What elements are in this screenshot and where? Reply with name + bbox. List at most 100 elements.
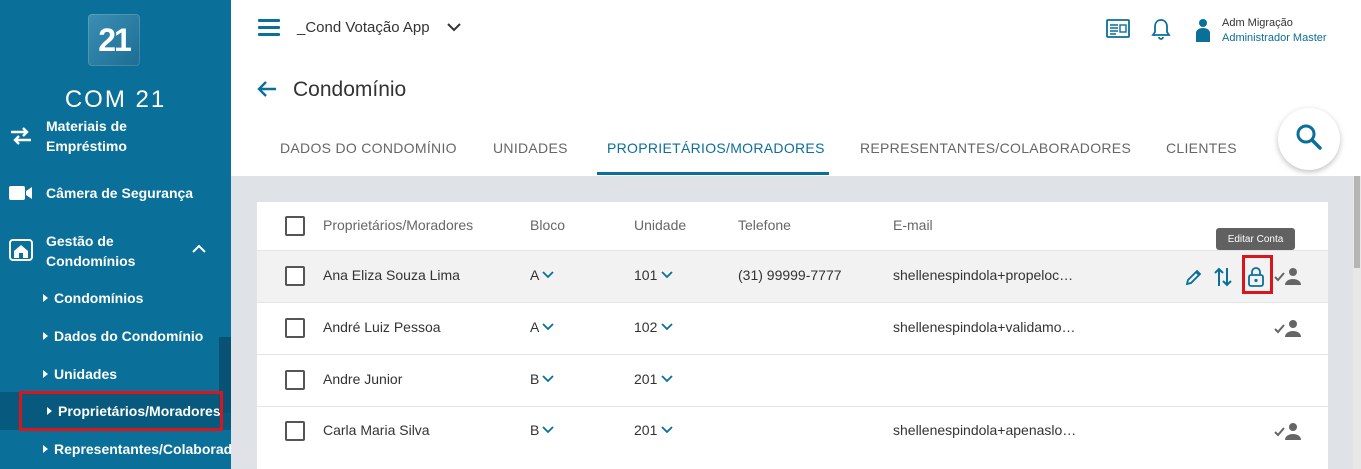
search-button[interactable]	[1278, 108, 1340, 170]
search-icon	[1295, 123, 1323, 156]
bloco-value: B	[530, 371, 540, 387]
cell-email: shellenespindola+propeloc…	[893, 267, 1074, 283]
chevron-down-icon	[661, 375, 673, 383]
bloco-select[interactable]: B	[530, 422, 555, 438]
logo-text: COM 21	[64, 86, 167, 113]
app-title[interactable]: _Cond Votação App	[297, 19, 430, 36]
unidade-select[interactable]: 102	[634, 319, 674, 335]
building-icon	[8, 239, 34, 261]
chevron-down-icon	[661, 426, 673, 434]
highlight-box	[19, 391, 223, 431]
sidebar-subitem-dados[interactable]: Dados do Condomínio	[0, 317, 231, 355]
chevron-down-icon	[661, 271, 673, 279]
sidebar-item-materiais[interactable]: Materiais de Empréstimo	[0, 116, 231, 156]
tab-unidades[interactable]: UNIDADES	[493, 140, 568, 156]
back-arrow-icon[interactable]	[257, 80, 277, 103]
sidebar-item-label: Câmera de Segurança	[46, 185, 194, 201]
bell-icon[interactable]	[1151, 18, 1171, 45]
cell-email: shellenespindola+validamo…	[893, 319, 1076, 335]
sidebar: 21 COM 21 Materiais de Empréstimo Câmera …	[0, 0, 231, 469]
table-row[interactable]: André Luiz Pessoa A 102 shellenespindola…	[257, 302, 1328, 354]
top-bar: _Cond Votação App Adm Migração Administr…	[231, 0, 1361, 176]
chevron-up-icon[interactable]	[191, 241, 207, 257]
content-area: Proprietários/Moradores Bloco Unidade Te…	[231, 176, 1361, 469]
unidade-value: 101	[634, 267, 658, 283]
header-unidade[interactable]: Unidade	[634, 217, 686, 233]
sidebar-subitem-condominios[interactable]: Condomínios	[0, 279, 231, 317]
unidade-value: 201	[634, 371, 658, 387]
subitem-label: Representantes/Colaboradores	[54, 441, 231, 457]
chevron-down-icon	[542, 271, 554, 279]
cell-name: Ana Eliza Souza Lima	[323, 267, 460, 283]
caret-right-icon	[43, 294, 48, 302]
scrollbar-thumb[interactable]	[1354, 176, 1360, 268]
unidade-value: 201	[634, 422, 658, 438]
swap-arrows-icon	[8, 125, 34, 147]
row-checkbox[interactable]	[285, 266, 305, 286]
sidebar-subitem-unidades[interactable]: Unidades	[0, 355, 231, 393]
table-row[interactable]: Carla Maria Silva B 201 shellenespindola…	[257, 406, 1328, 458]
bloco-value: B	[530, 422, 540, 438]
chevron-down-icon	[542, 375, 554, 383]
select-all-checkbox[interactable]	[285, 216, 305, 236]
menu-icon[interactable]	[258, 19, 280, 36]
caret-right-icon	[43, 332, 48, 340]
sidebar-item-label: Materiais de Empréstimo	[46, 118, 127, 154]
header-email[interactable]: E-mail	[893, 217, 933, 233]
sidebar-item-label: Gestão de Condomínios	[46, 233, 136, 269]
caret-right-icon	[43, 370, 48, 378]
bloco-value: A	[530, 319, 540, 335]
tab-representantes[interactable]: REPRESENTANTES/COLABORADORES	[860, 140, 1131, 156]
user-check-icon[interactable]	[1274, 266, 1302, 291]
video-camera-icon	[8, 182, 34, 204]
unidade-select[interactable]: 201	[634, 422, 674, 438]
user-check-icon[interactable]	[1274, 318, 1302, 343]
bloco-select[interactable]: A	[530, 267, 555, 283]
user-check-icon[interactable]	[1274, 421, 1302, 446]
tooltip: Editar Conta	[1216, 228, 1295, 250]
sidebar-item-camera[interactable]: Câmera de Segurança	[0, 182, 231, 204]
active-tab-indicator	[597, 172, 829, 175]
cell-email: shellenespindola+apenaslo…	[893, 422, 1077, 438]
header-bloco[interactable]: Bloco	[530, 217, 565, 233]
user-role: Administrador Master	[1222, 32, 1327, 44]
unidade-value: 102	[634, 319, 658, 335]
row-checkbox[interactable]	[285, 370, 305, 390]
highlight-box	[1242, 255, 1273, 294]
page-title: Condomínio	[293, 78, 407, 101]
chevron-down-icon	[542, 323, 554, 331]
header-name[interactable]: Proprietários/Moradores	[323, 217, 473, 233]
edit-pencil-icon[interactable]	[1184, 267, 1204, 292]
tab-dados-condominio[interactable]: DADOS DO CONDOMÍNIO	[280, 140, 457, 156]
row-checkbox[interactable]	[285, 318, 305, 338]
chevron-down-icon[interactable]	[446, 19, 462, 40]
sidebar-subitem-representantes[interactable]: Representantes/Colaboradores	[0, 430, 231, 468]
bloco-select[interactable]: B	[530, 371, 555, 387]
caret-right-icon	[43, 445, 48, 453]
user-name: Adm Migração	[1222, 17, 1293, 29]
swap-vertical-icon[interactable]	[1214, 266, 1232, 293]
unidade-select[interactable]: 101	[634, 267, 674, 283]
bloco-value: A	[530, 267, 540, 283]
subitem-label: Dados do Condomínio	[54, 328, 204, 344]
cell-telefone: (31) 99999-7777	[738, 267, 842, 283]
bloco-select[interactable]: A	[530, 319, 555, 335]
row-checkbox[interactable]	[285, 421, 305, 441]
tab-proprietarios[interactable]: PROPRIETÁRIOS/MORADORES	[607, 140, 825, 156]
unidade-select[interactable]: 201	[634, 371, 674, 387]
chevron-down-icon	[542, 426, 554, 434]
chevron-down-icon	[661, 323, 673, 331]
tab-clientes[interactable]: CLIENTES	[1166, 140, 1237, 156]
sidebar-item-gestao[interactable]: Gestão de Condomínios	[0, 231, 231, 271]
table-row[interactable]: Andre Junior B 201	[257, 354, 1328, 406]
header-telefone[interactable]: Telefone	[738, 217, 791, 233]
cell-name: André Luiz Pessoa	[323, 319, 441, 335]
cell-name: Andre Junior	[323, 371, 403, 387]
logo-mark: 21	[88, 14, 140, 66]
page-scrollbar[interactable]	[1353, 176, 1361, 469]
owners-table: Proprietários/Moradores Bloco Unidade Te…	[257, 202, 1328, 469]
table-header: Proprietários/Moradores Bloco Unidade Te…	[257, 202, 1328, 250]
table-row[interactable]: Ana Eliza Souza Lima A 101 (31) 99999-77…	[257, 250, 1328, 302]
user-icon[interactable]	[1195, 18, 1211, 47]
id-card-icon[interactable]	[1106, 18, 1130, 45]
